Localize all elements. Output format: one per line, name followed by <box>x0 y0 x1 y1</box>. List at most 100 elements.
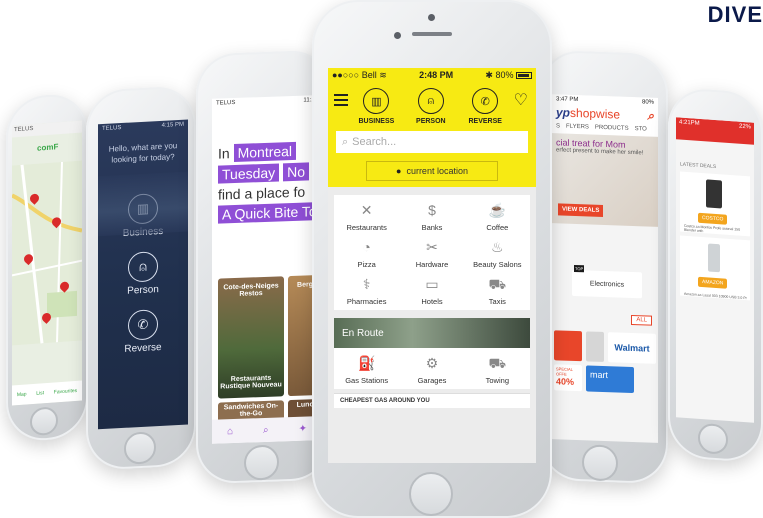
status-bar: TELUS 11:10 <box>212 95 322 109</box>
category-coffee[interactable]: ☕ Coffee <box>465 201 530 232</box>
home-button[interactable] <box>244 444 279 481</box>
home-button[interactable] <box>124 431 156 465</box>
category-pizza[interactable]: ◔ Pizza <box>334 238 399 269</box>
category-tag[interactable]: A Quick Bite To <box>218 202 321 224</box>
shopwise-header: 3:47 PM 80% ypshopwise ⌕ S FLYERS PRODUC… <box>552 94 658 137</box>
city-tag[interactable]: Montreal <box>233 141 297 163</box>
battery-status: ✱ 80% <box>485 70 532 81</box>
earpiece <box>412 32 452 36</box>
phone-main: ●●○○○ Bell ≋ 2:48 PM ✱ 80% ▥ BUSINESS ⍝ … <box>312 0 552 518</box>
battery-text: 22% <box>738 123 751 131</box>
blender-image <box>706 179 722 209</box>
top-badge: TOP <box>574 264 585 273</box>
result-card[interactable]: Cote-des-Neiges Restos Restaurants Rusti… <box>218 276 284 399</box>
card-title: Sandwiches On-the-Go <box>223 402 279 418</box>
category-label: Beauty Salons <box>473 260 522 269</box>
carrier-text: ●●○○○ Bell ≋ <box>332 69 387 80</box>
nav-list[interactable]: List <box>36 390 44 397</box>
phone-deals: 4:21PM 22% LATEST DEALS COSTCO Costco.ca… <box>668 86 763 464</box>
store-button[interactable]: COSTCO <box>698 212 728 225</box>
bed-icon: ▭ <box>425 276 439 292</box>
home-button[interactable] <box>698 422 728 455</box>
category-label: Banks <box>421 223 443 232</box>
category-banks[interactable]: $ Banks <box>399 201 464 232</box>
route-gas-stations[interactable]: ⛽ Gas Stations <box>334 354 399 385</box>
explore-icon[interactable]: ✦ <box>299 423 307 434</box>
route-towing[interactable]: ⛟ Towing <box>465 354 530 385</box>
nav-favourites[interactable]: Favourites <box>54 388 77 396</box>
menu-icon[interactable] <box>334 94 348 109</box>
concierge-screen: TELUS 11:10 In Montreal Tuesday No find … <box>212 94 322 444</box>
category-hardware[interactable]: ✂ Hardware <box>399 238 464 269</box>
tab[interactable]: S <box>556 123 560 129</box>
route-grid: ⛽ Gas Stations ⚙ Garages ⛟ Towing <box>334 348 530 389</box>
bluetooth-icon: ✱ <box>485 69 493 80</box>
mode-person[interactable]: ⍝ PERSON <box>405 88 457 125</box>
sensor <box>394 32 401 39</box>
nav-map[interactable]: Map <box>17 391 27 398</box>
smart-tile[interactable]: mart <box>586 365 634 394</box>
route-garages[interactable]: ⚙ Garages <box>399 354 464 385</box>
time-text: 2:48 PM <box>419 70 454 80</box>
phone-dark-search: TELUS 4:15 PM Hello, what are you lookin… <box>86 85 196 471</box>
map-screen: TELUS comF Map List Favourites <box>12 120 82 406</box>
tab-flyers[interactable]: FLYERS <box>566 124 589 131</box>
heart-icon[interactable]: ♡ <box>514 90 528 110</box>
category-taxis[interactable]: ⛟ Taxis <box>465 275 530 306</box>
home-button[interactable] <box>30 406 58 437</box>
corner-title: DIVE <box>707 2 763 27</box>
phone-map-app: TELUS comF Map List Favourites <box>6 92 88 443</box>
promo-banner[interactable]: cial treat for Mom erfect present to mak… <box>552 133 658 227</box>
search-placeholder: Search... <box>352 136 397 148</box>
card-title: Cote-des-Neiges Restos <box>223 282 279 298</box>
tab-products[interactable]: PRODUCTS <box>595 125 629 132</box>
search-icon[interactable]: ⌕ <box>647 109 654 124</box>
search-input[interactable]: ⌕ Search... <box>336 131 528 153</box>
phone-icon[interactable]: ✆ <box>128 309 158 341</box>
oilcan-icon: ⚙ <box>425 355 439 371</box>
deal-card[interactable]: AMAZON Amazon.ca Lasal 003 10900 USB 3.0… <box>680 235 750 301</box>
mode-business[interactable]: ▥ BUSINESS <box>350 88 402 125</box>
walmart-tile[interactable]: Walmart <box>608 332 656 364</box>
category-label: Taxis <box>488 297 506 306</box>
tow-truck-icon: ⛟ <box>488 355 507 371</box>
category-restaurants[interactable]: ✕ Restaurants <box>334 201 399 232</box>
home-button[interactable] <box>409 472 453 516</box>
app-header: ●●○○○ Bell ≋ 2:48 PM ✱ 80% ▥ BUSINESS ⍝ … <box>328 68 536 187</box>
day-tag[interactable]: Tuesday <box>218 163 280 184</box>
home-button[interactable] <box>582 444 618 482</box>
deal-card[interactable]: COSTCO Costco.ca Monfos Profe ssional 15… <box>680 171 750 237</box>
category-pharmacies[interactable]: ⚕ Pharmacies <box>334 275 399 306</box>
option-reverse[interactable]: Reverse <box>98 341 188 357</box>
store-button[interactable]: AMAZON <box>698 276 728 289</box>
time-tag[interactable]: No <box>283 162 309 182</box>
special-offer-tile[interactable]: SPECIAL OFFE 40% <box>554 364 582 392</box>
mode-reverse[interactable]: ✆ REVERSE <box>459 88 511 125</box>
app-logo: comF <box>37 142 59 153</box>
category-label: Coffee <box>486 223 509 232</box>
category-label: Pharmacies <box>346 297 387 306</box>
current-location-button[interactable]: ● current location <box>366 161 498 181</box>
route-label: Garages <box>417 376 447 385</box>
home-icon[interactable]: ⌂ <box>227 426 233 437</box>
category-beauty-salons[interactable]: ♨ Beauty Salons <box>465 238 530 269</box>
person-icon[interactable]: ⍝ <box>128 251 158 283</box>
dark-search-screen: TELUS 4:15 PM Hello, what are you lookin… <box>98 119 188 430</box>
concierge-tabs: ⌂ ⌕ ✦ <box>212 415 322 444</box>
all-button[interactable]: ALL <box>631 314 652 326</box>
discount-text: 40% <box>556 376 575 387</box>
category-hotels[interactable]: ▭ Hotels <box>399 275 464 306</box>
flyer-tile[interactable] <box>586 331 604 362</box>
tab-stores[interactable]: STO <box>635 126 647 132</box>
flyer-tile[interactable] <box>554 330 582 362</box>
card-title: Restaurants Rustique Nouveau <box>220 374 282 391</box>
en-route-banner: En Route <box>334 318 530 348</box>
electronics-tile[interactable]: TOP Electronics <box>572 264 642 299</box>
carrier-text: TELUS <box>216 99 236 107</box>
option-person[interactable]: Person <box>98 283 188 299</box>
view-deals-button[interactable]: VIEW DEALS <box>558 203 604 217</box>
location-pin-icon: ● <box>396 166 402 176</box>
category-label: Hardware <box>415 260 449 269</box>
building-icon: ▥ <box>363 88 390 114</box>
search-icon[interactable]: ⌕ <box>263 424 269 435</box>
